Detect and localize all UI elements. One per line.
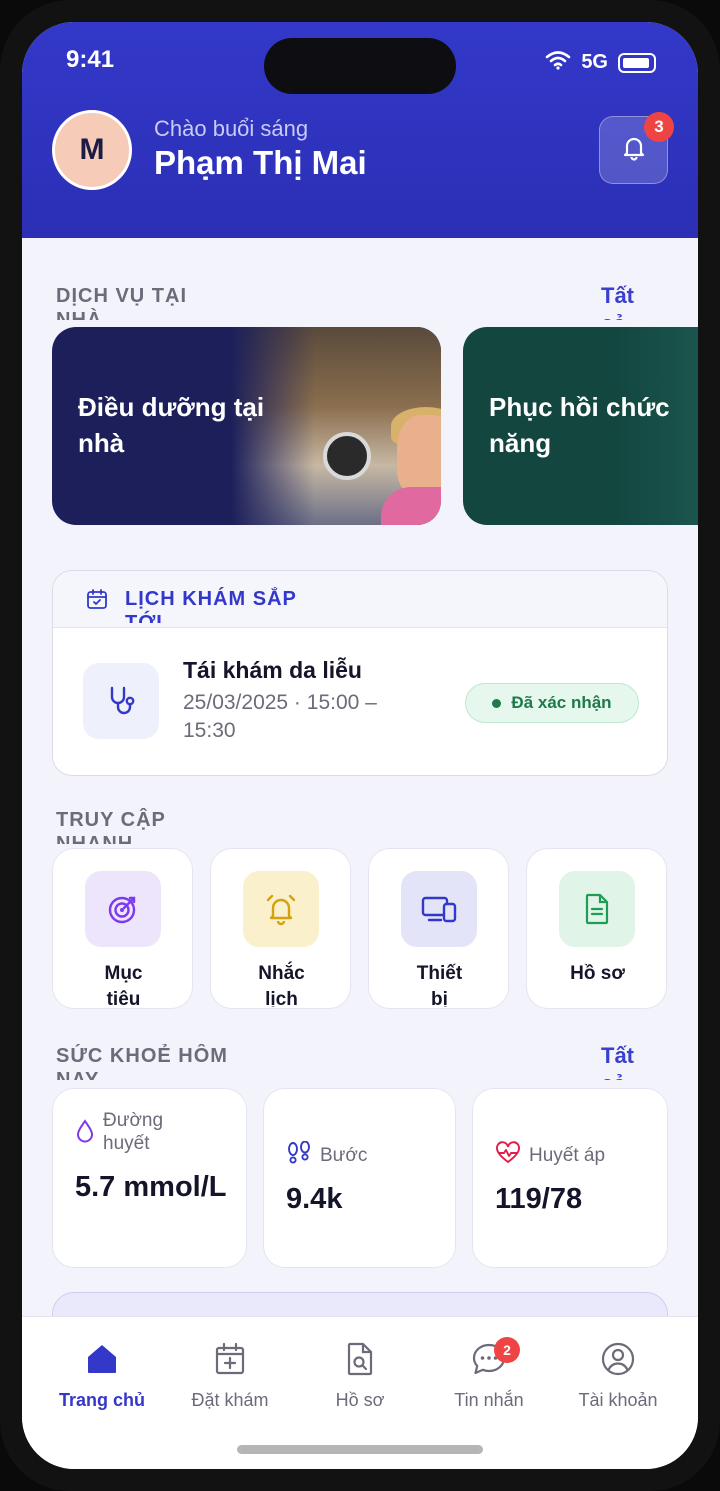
quick-access-label: Thiết bị [416, 963, 463, 1007]
upcoming-appointment-card[interactable]: LỊCH KHÁM SẮP TỚI Tái khám da liễu 25/03… [52, 570, 668, 776]
health-metric-blood-pressure[interactable]: Huyết áp 119/78 [472, 1088, 668, 1268]
target-icon [85, 871, 161, 947]
battery-icon [618, 52, 656, 73]
nav-tab-messages[interactable]: 2 Tin nhắn [424, 1337, 554, 1411]
service-card-nursing[interactable]: Điều dưỡng tại nhà [52, 327, 441, 525]
service-card-label: Điều dưỡng tại nhà [78, 392, 265, 458]
dynamic-island [264, 38, 456, 94]
metric-header: Đường huyết [75, 1109, 183, 1155]
metric-header: Huyết áp [495, 1141, 605, 1171]
user-circle-icon [600, 1341, 636, 1382]
nav-label: Trang chủ [58, 1390, 145, 1410]
wifi-icon [545, 50, 571, 75]
metric-value: 5.7 mmol/L [75, 1171, 227, 1203]
metric-label: Đường huyết [103, 1110, 164, 1154]
quick-access-label: Nhắc lịch [258, 963, 305, 1007]
quick-access-label: Hồ sơ [570, 963, 625, 984]
document-icon [559, 871, 635, 947]
service-card-label: Phục hồi chức năng [489, 392, 670, 458]
user-name: Phạm Thị Mai [154, 144, 367, 181]
home-indicator [237, 1445, 483, 1454]
metric-label: Huyết áp [529, 1145, 606, 1166]
status-label: Đã xác nhận [511, 693, 612, 712]
section-title-quick-access: TRUY CẬP NHANH [56, 809, 166, 844]
quick-access-devices[interactable]: Thiết bị [368, 848, 509, 1009]
bottom-nav: Trang chủ Đặt khám Hồ sơ 2 Tin nhắn Tài … [22, 1316, 698, 1469]
header: 9:41 5G M Chào buổi sáng Phạm Thị Mai 3 [22, 22, 698, 238]
greeting-text: Chào buổi sáng [154, 116, 309, 141]
appointment-time: 25/03/2025 · 15:00 – 15:30 [183, 691, 377, 742]
nav-tab-account[interactable]: Tài khoản [553, 1341, 683, 1411]
health-metric-glucose[interactable]: Đường huyết 5.7 mmol/L [52, 1088, 247, 1268]
metric-header: Bước [286, 1140, 368, 1171]
alarm-bell-icon [243, 871, 319, 947]
messages-badge: 2 [494, 1337, 520, 1363]
upcoming-header: LỊCH KHÁM SẮP TỚI [53, 571, 667, 628]
nav-tab-records[interactable]: Hồ sơ [295, 1341, 425, 1411]
see-all-health-link[interactable]: Tất cả [601, 1042, 641, 1080]
devices-icon [401, 871, 477, 947]
nav-label: Hồ sơ [335, 1390, 385, 1410]
nav-tab-booking[interactable]: Đặt khám [165, 1341, 295, 1411]
footsteps-icon [286, 1140, 312, 1171]
avatar[interactable]: M [52, 110, 132, 190]
nav-label: Đặt khám [191, 1390, 269, 1410]
see-all-home-services-link[interactable]: Tất cả [601, 282, 641, 320]
status-time: 9:41 [66, 46, 115, 73]
metric-value: 119/78 [495, 1183, 583, 1215]
metric-value: 9.4k [286, 1183, 343, 1215]
status-indicators: 5G [545, 50, 656, 75]
appointment-title: Tái khám da liễu [183, 657, 362, 683]
app-screen: 9:41 5G M Chào buổi sáng Phạm Thị Mai 3 … [22, 22, 698, 1469]
home-icon [84, 1341, 120, 1382]
status-dot [492, 698, 502, 708]
droplet-icon [75, 1119, 95, 1149]
nav-tab-home[interactable]: Trang chủ [37, 1341, 167, 1411]
calendar-check-icon [85, 587, 109, 616]
bell-icon [619, 133, 649, 168]
section-title-health-today: SỨC KHOẺ HÔM NAY [56, 1045, 228, 1080]
file-search-icon [342, 1341, 378, 1382]
upcoming-title: LỊCH KHÁM SẮP TỚI [125, 588, 297, 623]
quick-access-goals[interactable]: Mục tiêu [52, 848, 193, 1009]
section-title-home-services: DỊCH VỤ TẠI NHÀ [56, 285, 187, 320]
quick-access-records[interactable]: Hồ sơ [526, 848, 667, 1009]
stethoscope-icon [83, 663, 159, 739]
network-label: 5G [581, 51, 608, 73]
service-card-rehab[interactable]: Phục hồi chức năng [463, 327, 698, 525]
nav-label: Tài khoản [578, 1390, 658, 1410]
metric-label: Bước [320, 1145, 368, 1166]
heartbeat-icon [495, 1141, 521, 1171]
health-metric-steps[interactable]: Bước 9.4k [263, 1088, 456, 1268]
quick-access-reminders[interactable]: Nhắc lịch [210, 848, 351, 1009]
quick-access-label: Mục tiêu [104, 963, 143, 1007]
status-badge: Đã xác nhận [465, 683, 639, 723]
phone-frame: 9:41 5G M Chào buổi sáng Phạm Thị Mai 3 … [0, 0, 720, 1491]
calendar-plus-icon [212, 1341, 248, 1382]
notification-badge: 3 [644, 112, 674, 142]
nav-label: Tin nhắn [454, 1390, 524, 1410]
